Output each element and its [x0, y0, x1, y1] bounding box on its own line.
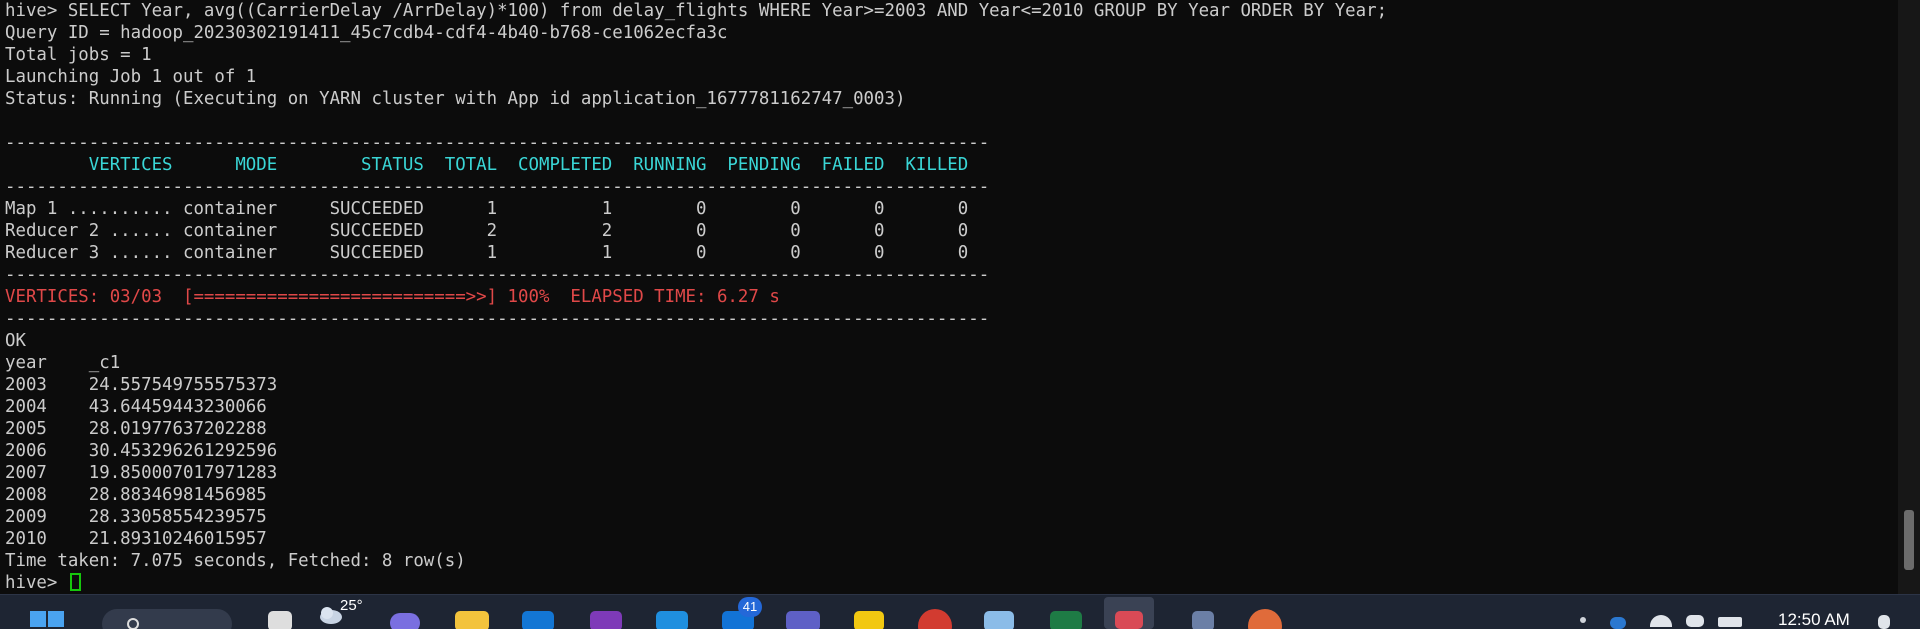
system-tray-chevron-icon[interactable] [1580, 617, 1586, 623]
terminal-line: OK [5, 331, 26, 351]
outlook-icon[interactable] [522, 611, 554, 629]
notepad-icon[interactable] [984, 611, 1014, 629]
terminal-line: 2007 19.850007017971283 [5, 463, 278, 483]
battery-icon[interactable] [1718, 617, 1742, 627]
terminal-line: hive> SELECT Year, avg((CarrierDelay /Ar… [5, 1, 1388, 21]
chat-icon[interactable] [390, 613, 420, 629]
terminal-line: year _c1 [5, 353, 121, 373]
terminal-line: Reducer 2 ...... container SUCCEEDED 2 2… [5, 221, 969, 241]
terminal-line: 2006 30.453296261292596 [5, 441, 278, 461]
terminal-line: 2003 24.557549755575373 [5, 375, 278, 395]
calendar-icon[interactable] [656, 611, 688, 629]
cursor [69, 573, 81, 591]
terminal-line: ----------------------------------------… [5, 133, 990, 153]
prompt-text: hive> [5, 573, 68, 593]
terminal-line: VERTICES: 03/03 [=======================… [5, 287, 780, 307]
scrollbar-thumb[interactable] [1904, 510, 1914, 570]
file-explorer-icon[interactable] [455, 611, 489, 629]
terminal-line: Query ID = hadoop_20230302191411_45c7cdb… [5, 23, 728, 43]
clock-time[interactable]: 12:50 AM [1778, 610, 1850, 629]
terminal-app-icon [1115, 611, 1143, 629]
notification-badge: 41 [738, 597, 762, 617]
terminal-line: Total jobs = 1 [5, 45, 152, 65]
media-player-icon[interactable] [1248, 609, 1282, 629]
prompt-line[interactable]: hive> [0, 572, 1898, 594]
terminal-line: 2010 21.89310246015957 [5, 529, 267, 549]
terminal-line: VERTICES MODE STATUS TOTAL COMPLETED RUN… [5, 155, 969, 175]
wifi-icon[interactable] [1650, 615, 1672, 627]
sticky-notes-icon[interactable] [854, 611, 884, 629]
terminal-line: ----------------------------------------… [5, 265, 990, 285]
terminal-line: 2009 28.33058554239575 [5, 507, 267, 527]
terminal-line: 2005 28.01977637202288 [5, 419, 267, 439]
task-view-icon[interactable] [268, 611, 292, 629]
taskbar: 25° 41 12:50 AM [0, 594, 1920, 629]
chrome-icon[interactable] [918, 609, 952, 629]
terminal-line: Status: Running (Executing on YARN clust… [5, 89, 906, 109]
terminal-window[interactable]: hive> SELECT Year, avg((CarrierDelay /Ar… [0, 0, 1898, 594]
terminal-line: Reducer 3 ...... container SUCCEEDED 1 1… [5, 243, 969, 263]
search-icon [127, 618, 139, 629]
terminal-line: Time taken: 7.075 seconds, Fetched: 8 ro… [5, 551, 466, 571]
scrollbar[interactable] [1898, 0, 1920, 594]
terminal-line: ----------------------------------------… [5, 177, 990, 197]
terminal-taskbar-button[interactable] [1104, 597, 1154, 629]
search-box[interactable] [102, 609, 232, 629]
teams-icon[interactable] [786, 611, 820, 629]
onenote-icon[interactable] [590, 611, 622, 629]
terminal-line: Map 1 .......... container SUCCEEDED 1 1… [5, 199, 969, 219]
windows-start-icon[interactable] [30, 611, 66, 629]
terminal-line: 2004 43.64459443230066 [5, 397, 267, 417]
excel-icon[interactable] [1050, 611, 1082, 629]
terminal-line: Launching Job 1 out of 1 [5, 67, 257, 87]
terminal-line: 2008 28.88346981456985 [5, 485, 267, 505]
notification-center-icon[interactable] [1878, 615, 1890, 629]
weather-temperature: 25° [340, 597, 363, 614]
network-icon[interactable] [1610, 617, 1626, 629]
terminal-output: hive> SELECT Year, avg((CarrierDelay /Ar… [0, 0, 1898, 572]
device-icon[interactable] [1192, 611, 1214, 629]
terminal-line: ----------------------------------------… [5, 309, 990, 329]
volume-icon[interactable] [1686, 615, 1704, 627]
